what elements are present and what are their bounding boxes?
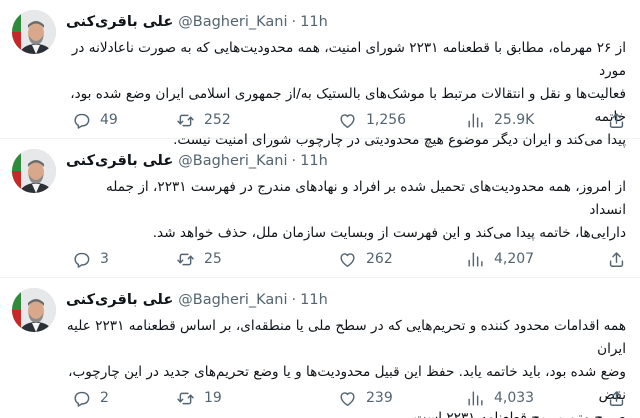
avatar[interactable] <box>12 288 56 332</box>
avatar[interactable] <box>12 10 56 54</box>
tweet-text-line: دارایی‌ها، خاتمه پیدا می‌کند و این فهرست… <box>152 225 626 241</box>
views-button[interactable]: 25.9K <box>466 108 534 132</box>
timestamp[interactable]: 11h <box>300 292 328 308</box>
timestamp[interactable]: 11h <box>300 153 328 169</box>
tweet-actions: 2 19 239 4,033 <box>66 386 626 410</box>
like-button[interactable]: 1,256 <box>338 108 406 132</box>
author-name[interactable]: علی باقری‌کنی <box>66 14 173 30</box>
reply-button[interactable]: 2 <box>72 386 109 410</box>
avatar-image <box>12 288 56 332</box>
tweet-thread: علی باقری‌کنی @Bagheri_Kani · 11h از ۲۶ … <box>0 0 640 418</box>
timestamp[interactable]: 11h <box>300 14 328 30</box>
tweet-header: علی باقری‌کنی @Bagheri_Kani · 11h <box>66 11 328 33</box>
like-icon <box>340 252 355 267</box>
separator-dot: · <box>291 14 297 30</box>
separator-dot: · <box>291 153 297 169</box>
share-button[interactable] <box>607 247 626 271</box>
tweet-header: علی باقری‌کنی @Bagheri_Kani · 11h <box>66 150 328 172</box>
retweet-icon <box>177 253 194 265</box>
retweet-button[interactable]: 252 <box>176 108 231 132</box>
like-count: 1,256 <box>366 112 407 128</box>
reply-icon <box>74 113 90 129</box>
separator-dot: · <box>291 292 297 308</box>
tweet[interactable]: علی باقری‌کنی @Bagheri_Kani · 11h از امر… <box>0 139 640 278</box>
share-icon <box>609 390 624 406</box>
tweet-text-line: همه اقدامات محدود کننده و تحریم‌هایی که … <box>66 318 626 357</box>
views-count: 4,033 <box>494 390 535 406</box>
author-name[interactable]: علی باقری‌کنی <box>66 292 173 308</box>
tweet-text-line: از ۲۶ مهرماه، مطابق با قطعنامه ۲۲۳۱ شورا… <box>71 40 626 79</box>
like-icon <box>340 391 355 406</box>
author-name[interactable]: علی باقری‌کنی <box>66 153 173 169</box>
tweet-actions: 3 25 262 4,207 <box>66 247 626 271</box>
reply-icon <box>74 391 90 407</box>
tweet-header: علی باقری‌کنی @Bagheri_Kani · 11h <box>66 289 328 311</box>
avatar-image <box>12 149 56 193</box>
views-icon <box>468 112 483 128</box>
like-icon <box>340 113 355 128</box>
reply-count: 3 <box>100 251 109 267</box>
reply-icon <box>74 252 90 268</box>
tweet-text-line: از امروز، همه محدودیت‌های تحمیل شده بر ا… <box>105 179 626 218</box>
views-icon <box>468 251 483 267</box>
retweet-count: 252 <box>204 112 231 128</box>
tweet-text: از امروز، همه محدودیت‌های تحمیل شده بر ا… <box>66 176 626 245</box>
avatar-image <box>12 10 56 54</box>
tweet[interactable]: علی باقری‌کنی @Bagheri_Kani · 11h همه اق… <box>0 278 640 418</box>
retweet-count: 19 <box>204 390 222 406</box>
views-button[interactable]: 4,207 <box>466 247 534 271</box>
like-count: 239 <box>366 390 393 406</box>
like-button[interactable]: 239 <box>338 386 393 410</box>
like-count: 262 <box>366 251 393 267</box>
author-handle[interactable]: @Bagheri_Kani <box>178 292 287 308</box>
retweet-button[interactable]: 19 <box>176 386 222 410</box>
retweet-icon <box>177 392 194 404</box>
reply-button[interactable]: 49 <box>72 108 118 132</box>
retweet-count: 25 <box>204 251 222 267</box>
share-icon <box>609 112 624 128</box>
share-button[interactable] <box>607 386 626 410</box>
views-count: 25.9K <box>494 112 535 128</box>
retweet-button[interactable]: 25 <box>176 247 222 271</box>
reply-count: 49 <box>100 112 118 128</box>
author-handle[interactable]: @Bagheri_Kani <box>178 153 287 169</box>
retweet-icon <box>177 114 194 126</box>
tweet[interactable]: علی باقری‌کنی @Bagheri_Kani · 11h از ۲۶ … <box>0 0 640 148</box>
avatar[interactable] <box>12 149 56 193</box>
like-button[interactable]: 262 <box>338 247 393 271</box>
reply-count: 2 <box>100 390 109 406</box>
author-handle[interactable]: @Bagheri_Kani <box>178 14 287 30</box>
tweet-actions: 49 252 1,256 25.9K <box>66 108 626 132</box>
share-icon <box>609 251 624 267</box>
views-count: 4,207 <box>494 251 535 267</box>
views-icon <box>468 390 483 406</box>
share-button[interactable] <box>607 108 626 132</box>
views-button[interactable]: 4,033 <box>466 386 534 410</box>
tweet-text: از ۲۶ مهرماه، مطابق با قطعنامه ۲۲۳۱ شورا… <box>66 37 626 152</box>
reply-button[interactable]: 3 <box>72 247 109 271</box>
